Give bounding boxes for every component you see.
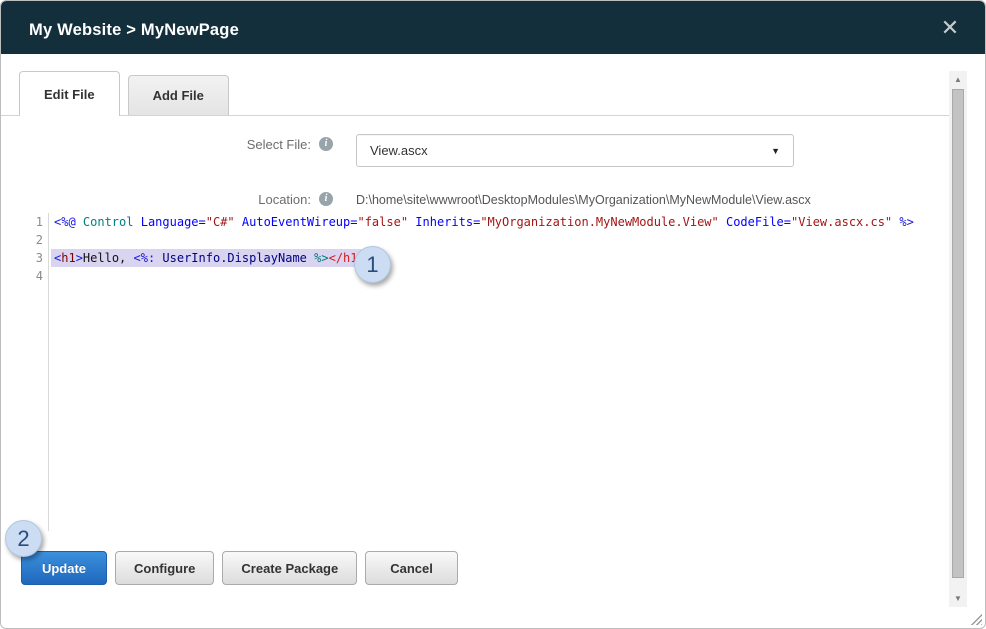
tab-edit-file-label: Edit File bbox=[44, 87, 95, 102]
tab-edit-file[interactable]: Edit File bbox=[19, 71, 120, 116]
scroll-up-icon[interactable]: ▲ bbox=[949, 71, 967, 88]
create-package-button[interactable]: Create Package bbox=[222, 551, 357, 585]
tab-underline bbox=[1, 115, 949, 116]
dialog-header: My Website > MyNewPage ✕ bbox=[1, 1, 985, 54]
line-number: 4 bbox=[23, 267, 43, 285]
tab-add-file[interactable]: Add File bbox=[128, 75, 229, 115]
scroll-down-icon[interactable]: ▼ bbox=[949, 590, 967, 607]
button-row: Update Configure Create Package Cancel bbox=[21, 551, 458, 585]
annotation-step-2: 2 bbox=[5, 520, 42, 557]
select-file-label: Select File: bbox=[21, 137, 311, 152]
configure-button[interactable]: Configure bbox=[115, 551, 214, 585]
update-button[interactable]: Update bbox=[21, 551, 107, 585]
cancel-button[interactable]: Cancel bbox=[365, 551, 458, 585]
line-number: 1 bbox=[23, 213, 43, 231]
dialog-title: My Website > MyNewPage bbox=[29, 21, 239, 40]
vertical-scrollbar[interactable]: ▲ ▼ bbox=[949, 71, 967, 607]
tab-bar: Edit File Add File bbox=[19, 71, 229, 116]
tab-add-file-label: Add File bbox=[153, 88, 204, 103]
module-edit-dialog: My Website > MyNewPage ✕ Edit File Add F… bbox=[0, 0, 986, 629]
location-label: Location: bbox=[21, 192, 311, 207]
annotation-step-1: 1 bbox=[354, 246, 391, 283]
line-number: 3 bbox=[23, 249, 43, 267]
chevron-down-icon: ▼ bbox=[771, 146, 793, 156]
location-info-icon[interactable]: i bbox=[319, 192, 333, 206]
scrollbar-thumb[interactable] bbox=[952, 89, 964, 578]
select-file-dropdown[interactable]: View.ascx ▼ bbox=[356, 134, 794, 167]
code-line-3[interactable]: <h1>Hello, <%: UserInfo.DisplayName %></… bbox=[51, 249, 368, 267]
close-icon[interactable]: ✕ bbox=[937, 15, 963, 41]
gutter-separator bbox=[48, 213, 49, 531]
code-line-1[interactable]: <%@ Control Language="C#" AutoEventWireu… bbox=[51, 213, 917, 231]
resize-grip-icon[interactable] bbox=[970, 613, 982, 625]
select-file-info-icon[interactable]: i bbox=[319, 137, 333, 151]
line-number: 2 bbox=[23, 231, 43, 249]
select-file-value: View.ascx bbox=[357, 143, 771, 158]
location-path: D:\home\site\wwwroot\DesktopModules\MyOr… bbox=[356, 193, 811, 207]
